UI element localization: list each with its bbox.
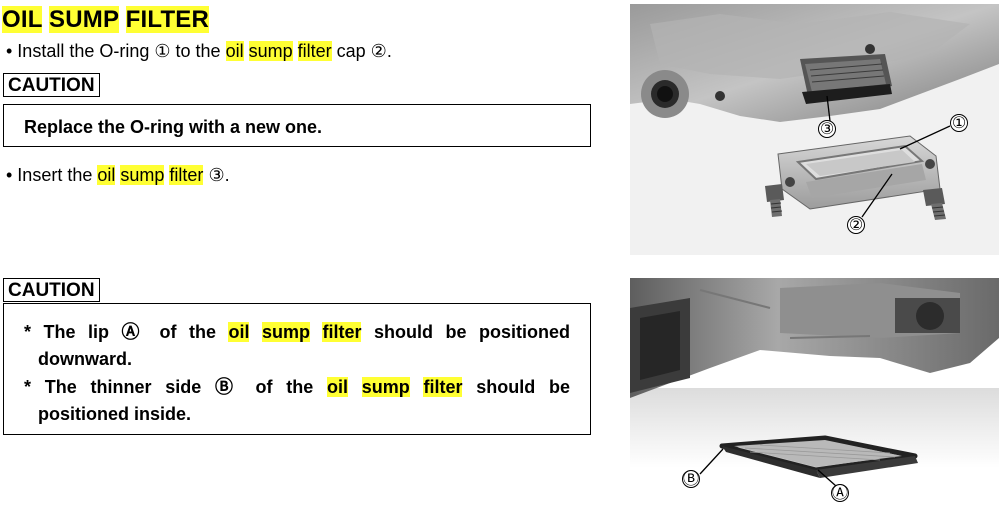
highlight-term: oil <box>326 377 348 397</box>
note-text: * The lip Ⓐ of the <box>24 322 216 342</box>
highlight-term: oil <box>225 41 244 61</box>
highlight-term: filter <box>297 41 332 61</box>
note-text: should be <box>476 377 570 397</box>
title-word: OIL <box>2 6 43 33</box>
title-word: SUMP <box>49 6 119 33</box>
highlight-term: sump <box>248 41 293 61</box>
caution-note-lip: * The lip Ⓐ of the oil sump filter shoul… <box>24 319 570 373</box>
highlight-term: oil <box>97 165 116 185</box>
step-text: cap ②. <box>336 41 392 61</box>
photo-filter-orientation: Ⓑ Ⓐ <box>630 278 999 515</box>
highlight-term: oil <box>228 322 250 342</box>
highlight-term: filter <box>423 377 463 397</box>
caution-note-thinner-side: * The thinner side Ⓑ of the oil sump fil… <box>24 374 570 428</box>
callout-b: Ⓑ <box>682 469 700 488</box>
title-word: FILTER <box>125 6 210 33</box>
note-text: positioned inside. <box>38 404 192 424</box>
instruction-install-oring: • Install the O-ring ① to the oil sump f… <box>6 40 392 62</box>
caution-text: Replace the O-ring with a new one. <box>24 117 323 137</box>
highlight-term: sump <box>120 165 165 185</box>
step-text: ③. <box>208 165 230 185</box>
note-text: should be positioned <box>373 322 570 342</box>
caution-label: CAUTION <box>3 278 100 302</box>
svg-text:②: ② <box>849 215 863 234</box>
svg-text:Ⓐ: Ⓐ <box>832 483 848 502</box>
note-text: downward. <box>38 349 132 369</box>
svg-text:①: ① <box>952 113 966 132</box>
callout-2: ② <box>847 215 865 234</box>
svg-text:Ⓑ: Ⓑ <box>683 469 699 488</box>
callout-1: ① <box>950 113 968 132</box>
step-text: • Insert the <box>6 165 93 185</box>
page-title: OIL SUMP FILTER <box>2 5 210 35</box>
caution-box: Replace the O-ring with a new one. <box>3 104 591 147</box>
highlight-term: sump <box>361 377 410 397</box>
svg-text:③: ③ <box>820 119 834 138</box>
caution-label: CAUTION <box>3 73 100 97</box>
photo-filter-cap-oring: ③ ① ② <box>630 4 999 255</box>
step-text: • Install the O-ring ① to the <box>6 41 221 61</box>
highlight-term: filter <box>169 165 204 185</box>
highlight-term: filter <box>322 322 362 342</box>
callout-3: ③ <box>818 119 836 138</box>
note-text: * The thinner side Ⓑ of the <box>24 377 314 397</box>
caution-box: * The lip Ⓐ of the oil sump filter shoul… <box>3 303 591 435</box>
callout-a: Ⓐ <box>831 483 849 502</box>
instruction-insert-filter: • Insert the oil sump filter ③. <box>6 164 230 186</box>
highlight-term: sump <box>261 322 310 342</box>
